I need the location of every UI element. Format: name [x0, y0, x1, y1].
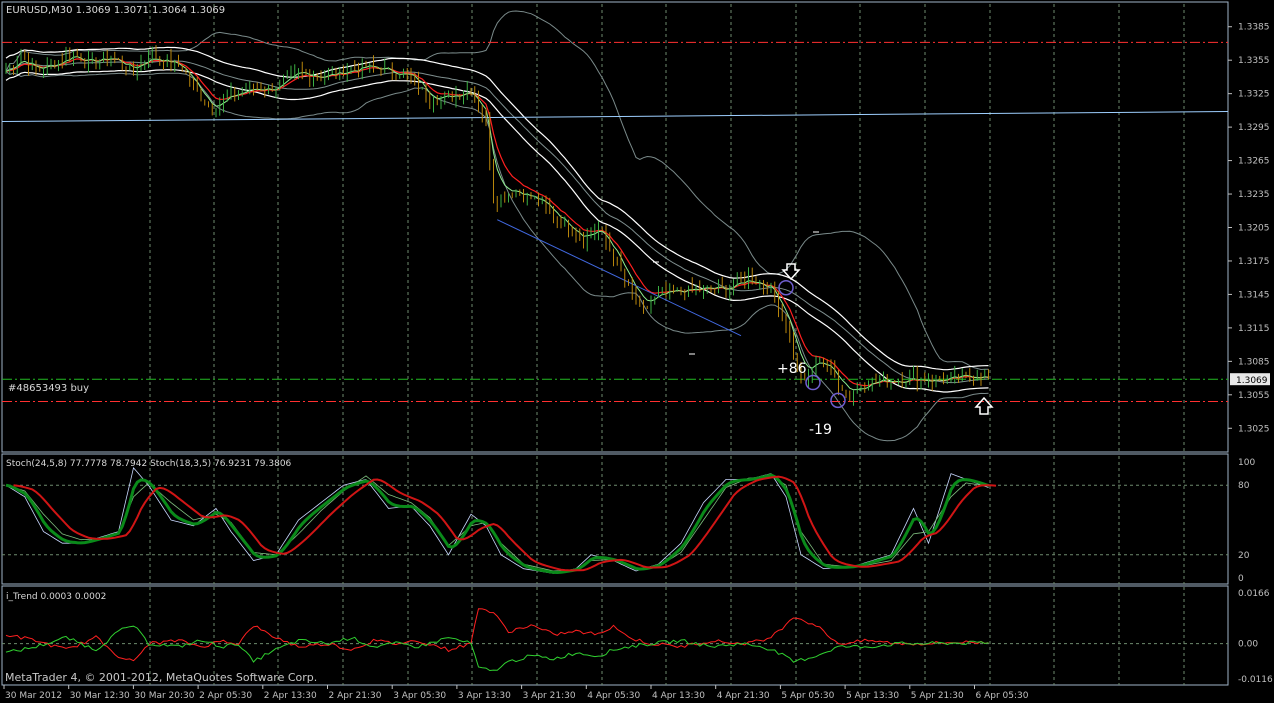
stochastic-title: Stoch(24,5,8) 77.7778 78.7942 Stoch(18,3…: [6, 459, 292, 469]
time-tick-label: 4 Apr 21:30: [717, 691, 770, 701]
itrend-tick-label: 0.0166: [1238, 589, 1270, 599]
time-tick-label: 6 Apr 05:30: [976, 691, 1029, 701]
price-tick-label: 1.3355: [1238, 56, 1270, 66]
price-tick-label: 1.3295: [1238, 123, 1270, 133]
time-tick-label: 3 Apr 13:30: [458, 691, 511, 701]
time-tick-label: 2 Apr 05:30: [199, 691, 252, 701]
price-tick-label: 1.3325: [1238, 90, 1270, 100]
price-tick-label: 1.3175: [1238, 257, 1270, 267]
time-tick-label: 5 Apr 13:30: [846, 691, 899, 701]
price-tick-label: 1.3205: [1238, 224, 1270, 234]
itrend-title: i_Trend 0.0003 0.0002: [6, 592, 106, 602]
stochastic-tick-label: 100: [1238, 458, 1255, 468]
order-label: #48653493 buy: [8, 383, 89, 394]
time-tick-label: 2 Apr 21:30: [329, 691, 382, 701]
current-price-label: 1.3069: [1236, 376, 1268, 386]
price-tick-label: 1.3145: [1238, 290, 1270, 300]
time-tick-label: 5 Apr 21:30: [911, 691, 964, 701]
time-tick-label: 30 Mar 20:30: [134, 691, 194, 701]
time-tick-label: 3 Apr 21:30: [523, 691, 576, 701]
time-tick-label: 3 Apr 05:30: [393, 691, 446, 701]
itrend-tick-label: -0.0116: [1238, 675, 1273, 685]
time-tick-label: 2 Apr 13:30: [264, 691, 317, 701]
time-tick-label: 5 Apr 05:30: [781, 691, 834, 701]
profit-annotation: +86: [777, 361, 807, 377]
itrend-tick-label: 0.00: [1238, 640, 1258, 650]
chart-title: EURUSD,M30 1.3069 1.3071 1.3064 1.3069: [6, 5, 225, 16]
price-tick-label: 1.3025: [1238, 424, 1270, 434]
copyright-text: MetaTrader 4, © 2001-2012, MetaQuotes So…: [5, 671, 317, 684]
metatrader-chart-window: EURUSD,M30 1.3069 1.3071 1.3064 1.3069 #…: [0, 0, 1274, 703]
stochastic-tick-label: 80: [1238, 481, 1250, 491]
time-tick-label: 4 Apr 05:30: [587, 691, 640, 701]
time-tick-label: 30 Mar 12:30: [70, 691, 130, 701]
stochastic-tick-label: 20: [1238, 551, 1250, 561]
chart-background: [0, 0, 1274, 703]
price-tick-label: 1.3085: [1238, 357, 1270, 367]
price-tick-label: 1.3265: [1238, 157, 1270, 167]
price-tick-label: 1.3115: [1238, 324, 1270, 334]
stochastic-tick-label: 0: [1238, 574, 1244, 584]
price-tick-label: 1.3055: [1238, 391, 1270, 401]
time-tick-label: 30 Mar 2012: [5, 691, 62, 701]
loss-annotation: -19: [809, 422, 832, 438]
time-tick-label: 4 Apr 13:30: [652, 691, 705, 701]
price-tick-label: 1.3385: [1238, 23, 1270, 33]
price-tick-label: 1.3235: [1238, 190, 1270, 200]
